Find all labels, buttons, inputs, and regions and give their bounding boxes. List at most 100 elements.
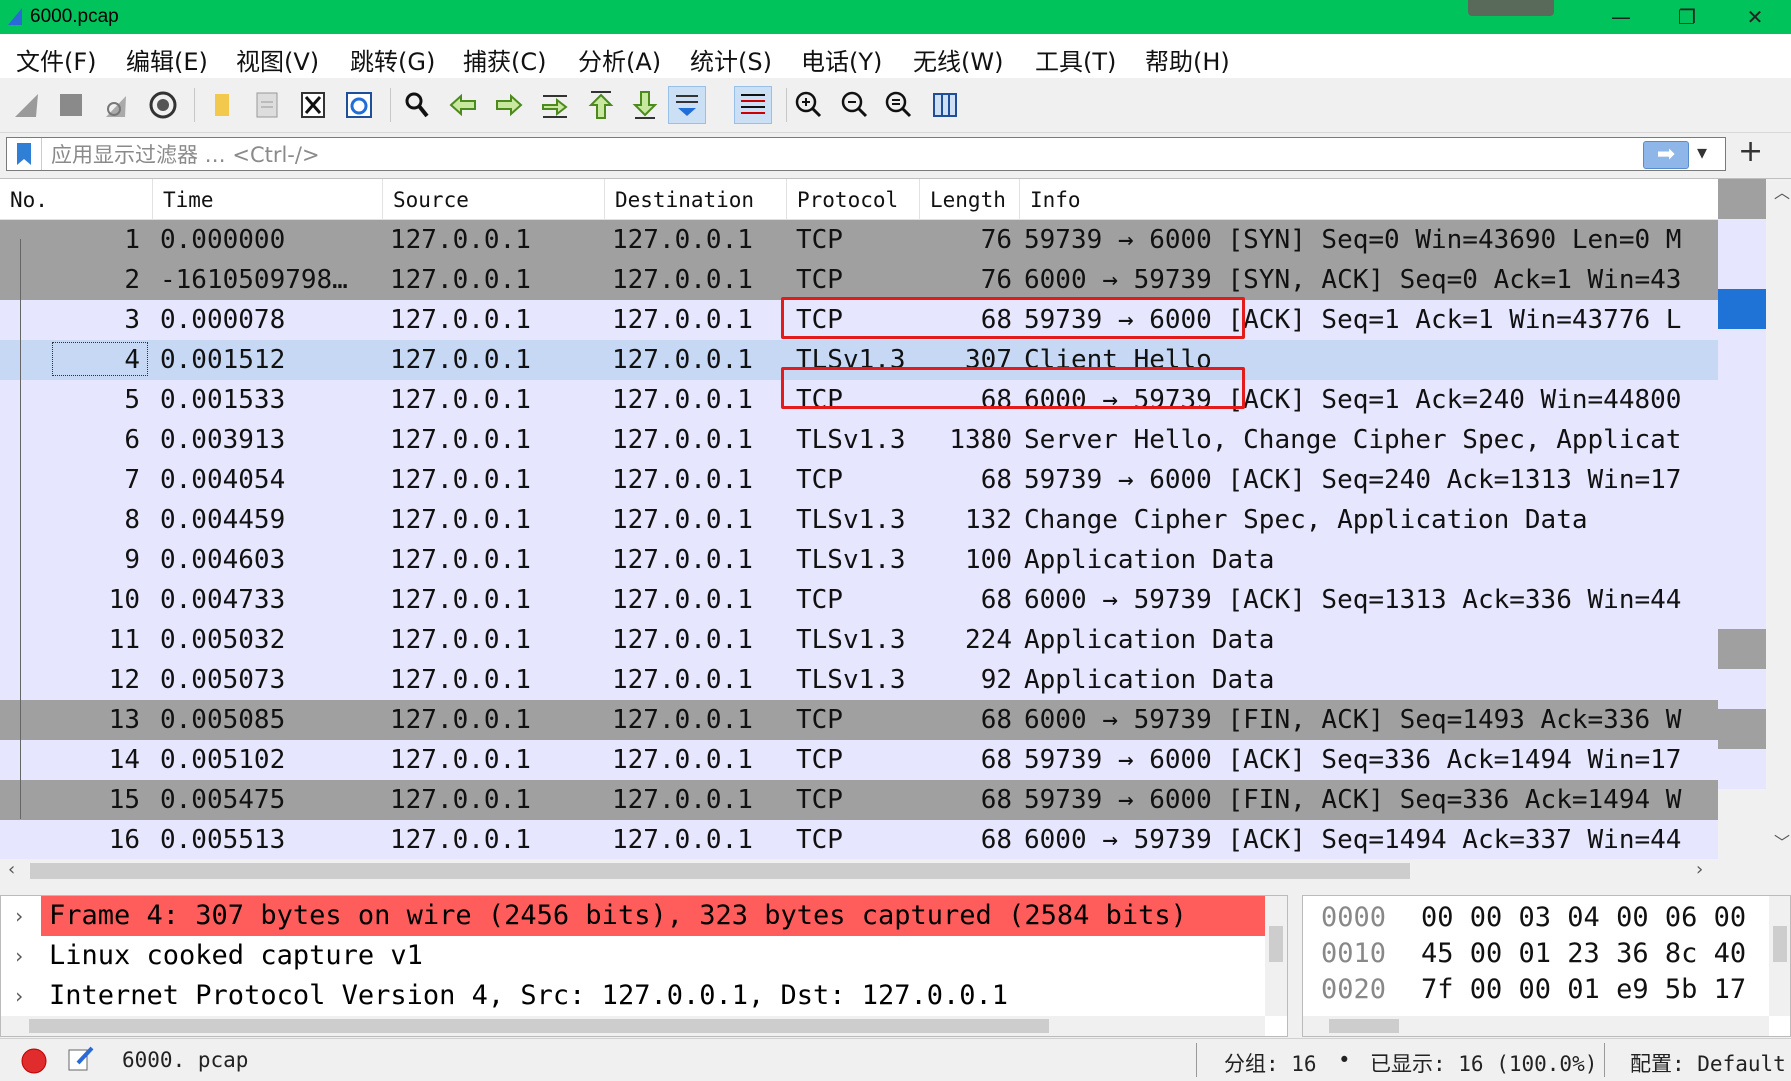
reload-icon[interactable] bbox=[340, 86, 378, 124]
column-header-no[interactable]: No. bbox=[0, 179, 153, 219]
packet-time: 0.005085 bbox=[160, 705, 286, 735]
close-button[interactable]: ✕ bbox=[1724, 0, 1786, 34]
zoom-in-icon[interactable] bbox=[790, 86, 828, 124]
packet-no: 5 bbox=[124, 385, 140, 415]
go-back-arrow-icon[interactable] bbox=[444, 86, 482, 124]
packet-list-hscrollbar[interactable]: ‹ › bbox=[0, 859, 1718, 883]
capture-options-gear-icon[interactable] bbox=[144, 86, 182, 124]
colorize-lines-icon[interactable] bbox=[734, 86, 772, 124]
autoscroll-icon[interactable] bbox=[668, 86, 706, 124]
packet-row[interactable]: 15 0.005475 127.0.0.1 127.0.0.1 TCP 68 59739 →… bbox=[0, 780, 1718, 820]
packet-row[interactable]: 6 0.003913 127.0.0.1 127.0.0.1 TLSv1.3 1380 Se… bbox=[0, 420, 1718, 460]
packet-no: 6 bbox=[124, 425, 140, 455]
bytes-hex: 7f 00 00 01 e9 5b 17 bbox=[1421, 974, 1747, 1005]
bytes-row[interactable]: 0020 7f 00 00 01 e9 5b 17 bbox=[1303, 972, 1773, 1008]
details-vscroll-thumb[interactable] bbox=[1269, 926, 1283, 962]
packet-no: 1 bbox=[124, 225, 140, 255]
scroll-up-icon[interactable]: ︿ bbox=[1774, 179, 1790, 203]
packet-row[interactable]: 12 0.005073 127.0.0.1 127.0.0.1 TLSv1.3 92 App… bbox=[0, 660, 1718, 700]
capture-stopped-icon[interactable] bbox=[20, 1047, 48, 1075]
menu-wireless[interactable]: 无线(W) bbox=[913, 42, 1003, 77]
column-header-source[interactable]: Source bbox=[383, 179, 605, 219]
bookmark-icon[interactable] bbox=[15, 142, 33, 166]
find-magnifier-icon[interactable] bbox=[398, 86, 436, 124]
go-first-arrow-icon[interactable] bbox=[582, 86, 620, 124]
restart-shark-icon[interactable] bbox=[98, 86, 136, 124]
packet-row[interactable]: 10 0.004733 127.0.0.1 127.0.0.1 TCP 68 6000 → … bbox=[0, 580, 1718, 620]
menu-edit[interactable]: 编辑(E) bbox=[126, 42, 208, 77]
detail-tree-item[interactable]: › Frame 4: 307 bytes on wire (2456 bits),… bbox=[1, 896, 1265, 936]
packet-no: 12 bbox=[108, 665, 140, 695]
go-forward-arrow-icon[interactable] bbox=[490, 86, 528, 124]
packet-source: 127.0.0.1 bbox=[390, 785, 531, 815]
menu-tools[interactable]: 工具(T) bbox=[1035, 42, 1116, 77]
filter-history-dropdown[interactable]: ▾ bbox=[1697, 140, 1707, 164]
packet-row[interactable]: 2 -1610509798… 127.0.0.1 127.0.0.1 TCP 76 6000… bbox=[0, 260, 1718, 300]
minimize-button[interactable]: — bbox=[1590, 0, 1652, 34]
column-header-info[interactable]: Info bbox=[1020, 179, 1718, 219]
scroll-down-icon[interactable]: ﹀ bbox=[1774, 829, 1790, 853]
column-header-time[interactable]: Time bbox=[153, 179, 383, 219]
column-header-destination[interactable]: Destination bbox=[605, 179, 787, 219]
packet-row[interactable]: 1 0.000000 127.0.0.1 127.0.0.1 TCP 76 59739 → … bbox=[0, 220, 1718, 260]
details-vscrollbar[interactable] bbox=[1265, 896, 1287, 1016]
go-last-arrow-icon[interactable] bbox=[626, 86, 664, 124]
packet-row[interactable]: 8 0.004459 127.0.0.1 127.0.0.1 TLSv1.3 132 Cha… bbox=[0, 500, 1718, 540]
minimap-band bbox=[1718, 219, 1766, 289]
packet-row[interactable]: 11 0.005032 127.0.0.1 127.0.0.1 TLSv1.3 224 Ap… bbox=[0, 620, 1718, 660]
bytes-row[interactable]: 0000 00 00 03 04 00 06 00 bbox=[1303, 900, 1773, 936]
packet-row[interactable]: 14 0.005102 127.0.0.1 127.0.0.1 TCP 68 59739 →… bbox=[0, 740, 1718, 780]
packet-info: Application Data bbox=[1024, 665, 1275, 695]
bytes-hscroll-thumb[interactable] bbox=[1329, 1019, 1399, 1033]
zoom-normal-icon[interactable] bbox=[880, 86, 918, 124]
packet-time: 0.001533 bbox=[160, 385, 286, 415]
bytes-vscrollbar[interactable] bbox=[1769, 896, 1790, 1016]
column-header-length[interactable]: Length bbox=[920, 179, 1020, 219]
menu-capture[interactable]: 捕获(C) bbox=[463, 42, 546, 77]
packet-row[interactable]: 16 0.005513 127.0.0.1 127.0.0.1 TCP 68 6000 → … bbox=[0, 820, 1718, 860]
add-filter-button[interactable]: + bbox=[1738, 134, 1763, 169]
details-hscrollbar[interactable] bbox=[1, 1016, 1265, 1036]
menu-statistics[interactable]: 统计(S) bbox=[690, 42, 772, 77]
apply-filter-arrow-icon[interactable]: ➡ bbox=[1643, 141, 1689, 169]
display-filter-input[interactable] bbox=[49, 140, 1623, 170]
packet-row[interactable]: 13 0.005085 127.0.0.1 127.0.0.1 TCP 68 6000 → … bbox=[0, 700, 1718, 740]
go-to-packet-icon[interactable] bbox=[536, 86, 574, 124]
close-file-icon[interactable] bbox=[294, 86, 332, 124]
detail-tree-item[interactable]: › Linux cooked capture v1 bbox=[1, 936, 1265, 976]
packet-destination: 127.0.0.1 bbox=[612, 665, 753, 695]
packet-info: 6000 → 59739 [ACK] Seq=1494 Ack=337 Win=… bbox=[1024, 825, 1682, 855]
save-file-icon[interactable] bbox=[248, 86, 286, 124]
details-hscroll-thumb[interactable] bbox=[29, 1019, 1049, 1033]
menu-view[interactable]: 视图(V) bbox=[236, 42, 319, 77]
resize-columns-icon[interactable] bbox=[926, 86, 964, 124]
menu-analyze[interactable]: 分析(A) bbox=[578, 42, 661, 77]
hscroll-thumb[interactable] bbox=[30, 863, 1410, 879]
maximize-button[interactable]: ❐ bbox=[1656, 0, 1718, 34]
menu-file[interactable]: 文件(F) bbox=[16, 42, 97, 77]
open-folder-icon[interactable] bbox=[202, 86, 240, 124]
column-header-protocol[interactable]: Protocol bbox=[787, 179, 920, 219]
status-profile[interactable]: 配置: Default bbox=[1630, 1048, 1786, 1078]
zoom-out-icon[interactable] bbox=[836, 86, 874, 124]
scroll-right-icon[interactable]: › bbox=[1696, 859, 1703, 880]
expand-chevron-icon[interactable]: › bbox=[13, 936, 25, 976]
menu-go[interactable]: 跳转(G) bbox=[350, 42, 435, 77]
menu-telephony[interactable]: 电话(Y) bbox=[801, 42, 882, 77]
packet-time: 0.004459 bbox=[160, 505, 286, 535]
menu-help[interactable]: 帮助(H) bbox=[1145, 42, 1230, 77]
expand-chevron-icon[interactable]: › bbox=[13, 896, 25, 936]
stop-square-icon[interactable] bbox=[52, 86, 90, 124]
packet-time: 0.004733 bbox=[160, 585, 286, 615]
edit-comment-icon[interactable] bbox=[66, 1045, 94, 1073]
scroll-left-icon[interactable]: ‹ bbox=[8, 859, 15, 880]
bytes-vscroll-thumb[interactable] bbox=[1773, 926, 1787, 962]
packet-row[interactable]: 9 0.004603 127.0.0.1 127.0.0.1 TLSv1.3 100 App… bbox=[0, 540, 1718, 580]
shark-fin-start-icon[interactable] bbox=[8, 86, 46, 124]
packet-list-scrollbar[interactable]: ︿ ﹀ bbox=[1718, 179, 1791, 859]
detail-tree-item[interactable]: › Internet Protocol Version 4, Src: 127.0… bbox=[1, 976, 1265, 1016]
bytes-row[interactable]: 0010 45 00 01 23 36 8c 40 bbox=[1303, 936, 1773, 972]
bytes-hscrollbar[interactable] bbox=[1303, 1016, 1769, 1036]
packet-row[interactable]: 7 0.004054 127.0.0.1 127.0.0.1 TCP 68 59739 → … bbox=[0, 460, 1718, 500]
expand-chevron-icon[interactable]: › bbox=[13, 976, 25, 1016]
